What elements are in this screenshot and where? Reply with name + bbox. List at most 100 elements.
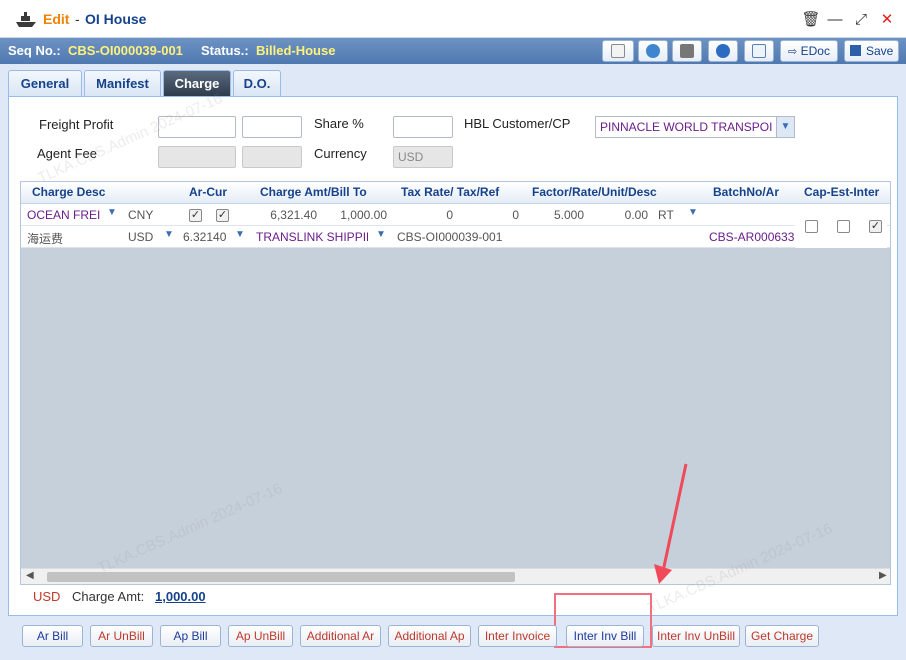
title-edit-label: Edit bbox=[43, 11, 70, 27]
hbl-customer-label: HBL Customer/CP bbox=[464, 116, 571, 131]
scrollbar-thumb[interactable] bbox=[47, 572, 515, 582]
ar-unbill-button[interactable]: Ar UnBill bbox=[90, 625, 153, 647]
print-button[interactable] bbox=[672, 40, 702, 62]
seq-no-value: CBS-OI000039-001 bbox=[68, 43, 183, 58]
row1-charge-desc[interactable]: OCEAN FREI bbox=[27, 208, 103, 222]
ar-bill-button[interactable]: Ar Bill bbox=[22, 625, 83, 647]
row2-batch-no[interactable]: CBS-AR000633 bbox=[709, 230, 794, 244]
minimize-icon[interactable]: — bbox=[825, 10, 845, 30]
ap-bill-button[interactable]: Ap Bill bbox=[160, 625, 221, 647]
row1-bill-amount[interactable]: 1,000.00 bbox=[321, 208, 387, 222]
maximize-icon[interactable]: ⤢ bbox=[851, 10, 871, 30]
summary-currency: USD bbox=[33, 589, 61, 604]
charge-amt-value[interactable]: 1,000.00 bbox=[155, 589, 206, 604]
inter-checkbox[interactable]: ✓ bbox=[869, 220, 882, 233]
window-titlebar: Edit - OI House 🗑 — ⤢ ✕ bbox=[0, 0, 906, 38]
globe-button[interactable] bbox=[638, 40, 668, 62]
inter-inv-bill-button[interactable]: Inter Inv Bill bbox=[566, 625, 644, 647]
edoc-label: EDoc bbox=[800, 44, 830, 58]
chevron-down-icon[interactable]: ▼ bbox=[107, 207, 117, 218]
agent-fee-label: Agent Fee bbox=[37, 146, 97, 161]
tab-charge[interactable]: Charge bbox=[163, 70, 231, 96]
printer-icon bbox=[680, 44, 694, 58]
chevron-down-icon[interactable]: ▼ bbox=[688, 207, 698, 218]
status-value: Billed-House bbox=[256, 43, 336, 58]
row1-rate[interactable]: 0.00 bbox=[596, 208, 648, 222]
trash-icon[interactable]: 🗑 bbox=[801, 10, 821, 30]
document-button[interactable] bbox=[602, 40, 634, 62]
record-info-bar: Seq No.: CBS-OI000039-001 Status.: Bille… bbox=[0, 38, 906, 64]
row1-unit[interactable]: RT bbox=[658, 208, 674, 222]
additional-ap-button[interactable]: Additional Ap bbox=[388, 625, 471, 647]
row2-ref[interactable]: CBS-OI000039-001 bbox=[397, 230, 502, 244]
hbl-customer-select[interactable]: PINNACLE WORLD TRANSPOI ▼ bbox=[595, 116, 795, 138]
save-button[interactable]: Save bbox=[844, 40, 899, 62]
edoc-icon: ⇨ bbox=[788, 46, 798, 58]
row1-tax[interactable]: 0 bbox=[481, 208, 519, 222]
currency-label: Currency bbox=[314, 146, 367, 161]
cap-est-inter-cell: ✓ bbox=[795, 204, 887, 248]
table-row[interactable]: 海运费 USD ▼ 6.32140 ▼ TRANSLINK SHIPPIN ▼ … bbox=[21, 226, 890, 248]
annotation-arrow-icon bbox=[654, 463, 688, 584]
row1-checkbox-2[interactable]: ✓ bbox=[216, 209, 229, 222]
copy-button[interactable] bbox=[744, 40, 774, 62]
additional-ar-button[interactable]: Additional Ar bbox=[300, 625, 381, 647]
grid-header: Charge Desc Ar-Cur Charge Amt/Bill To Ta… bbox=[21, 182, 890, 204]
save-icon bbox=[849, 45, 861, 56]
col-charge-desc[interactable]: Charge Desc bbox=[32, 185, 105, 199]
horizontal-scrollbar[interactable]: ◀ ▶ bbox=[21, 568, 890, 584]
share-input[interactable] bbox=[393, 116, 453, 138]
chevron-down-icon[interactable]: ▼ bbox=[164, 229, 174, 240]
title-separator: - bbox=[75, 11, 80, 27]
inter-inv-unbill-button[interactable]: Inter Inv UnBill bbox=[652, 625, 740, 647]
chevron-down-icon[interactable]: ▼ bbox=[235, 229, 245, 240]
chevron-down-icon[interactable]: ▼ bbox=[776, 117, 794, 137]
row1-amount[interactable]: 6,321.40 bbox=[251, 208, 317, 222]
cap-checkbox[interactable] bbox=[805, 220, 818, 233]
charge-panel: Freight Profit Share % HBL Customer/CP P… bbox=[8, 96, 898, 616]
inter-invoice-button[interactable]: Inter Invoice bbox=[478, 625, 557, 647]
charge-grid: Charge Desc Ar-Cur Charge Amt/Bill To Ta… bbox=[20, 181, 891, 585]
col-ar-cur[interactable]: Ar-Cur bbox=[189, 185, 227, 199]
col-batch-no[interactable]: BatchNo/Ar bbox=[713, 185, 779, 199]
freight-profit-input[interactable] bbox=[158, 116, 236, 138]
col-factor-rate[interactable]: Factor/Rate/Unit/Desc bbox=[532, 185, 657, 199]
col-tax-rate[interactable]: Tax Rate/ Tax/Ref bbox=[401, 185, 499, 199]
row2-bill-to[interactable]: TRANSLINK SHIPPIN bbox=[256, 230, 368, 244]
tab-manifest[interactable]: Manifest bbox=[84, 70, 161, 96]
scroll-left-icon[interactable]: ◀ bbox=[26, 570, 34, 581]
row2-currency[interactable]: USD bbox=[128, 230, 153, 244]
row1-tax-rate[interactable]: 0 bbox=[411, 208, 453, 222]
scroll-right-icon[interactable]: ▶ bbox=[879, 570, 887, 581]
share-label: Share % bbox=[314, 116, 364, 131]
row2-exchange-rate[interactable]: 6.32140 bbox=[183, 230, 226, 244]
globe-icon bbox=[646, 44, 660, 58]
ship-icon bbox=[16, 12, 36, 27]
row2-charge-desc[interactable]: 海运费 bbox=[27, 230, 63, 247]
row1-checkbox-1[interactable]: ✓ bbox=[189, 209, 202, 222]
tab-do[interactable]: D.O. bbox=[233, 70, 281, 96]
row1-currency[interactable]: CNY bbox=[128, 208, 153, 222]
refresh-button[interactable] bbox=[708, 40, 738, 62]
window-title: OI House bbox=[85, 11, 147, 27]
col-cap-est-inter[interactable]: Cap-Est-Inter bbox=[804, 185, 879, 199]
est-checkbox[interactable] bbox=[837, 220, 850, 233]
document-icon bbox=[611, 44, 625, 58]
row1-factor[interactable]: 5.000 bbox=[526, 208, 584, 222]
freight-profit-input-2[interactable] bbox=[242, 116, 302, 138]
edoc-button[interactable]: ⇨ EDoc bbox=[780, 40, 838, 62]
table-row[interactable]: OCEAN FREI ▼ CNY ✓ ✓ 6,321.40 1,000.00 0… bbox=[21, 204, 890, 226]
chevron-down-icon[interactable]: ▼ bbox=[376, 229, 386, 240]
status-label: Status.: bbox=[201, 43, 249, 58]
currency-input: USD bbox=[393, 146, 453, 168]
get-charge-button[interactable]: Get Charge bbox=[745, 625, 819, 647]
ap-unbill-button[interactable]: Ap UnBill bbox=[228, 625, 293, 647]
col-charge-amt[interactable]: Charge Amt/Bill To bbox=[260, 185, 367, 199]
close-icon[interactable]: ✕ bbox=[877, 10, 897, 30]
save-label: Save bbox=[865, 44, 894, 58]
agent-fee-input-2 bbox=[242, 146, 302, 168]
refresh-icon bbox=[716, 44, 730, 58]
copy-icon bbox=[752, 44, 766, 58]
tab-general[interactable]: General bbox=[8, 70, 82, 96]
seq-no-label: Seq No.: bbox=[8, 43, 61, 58]
